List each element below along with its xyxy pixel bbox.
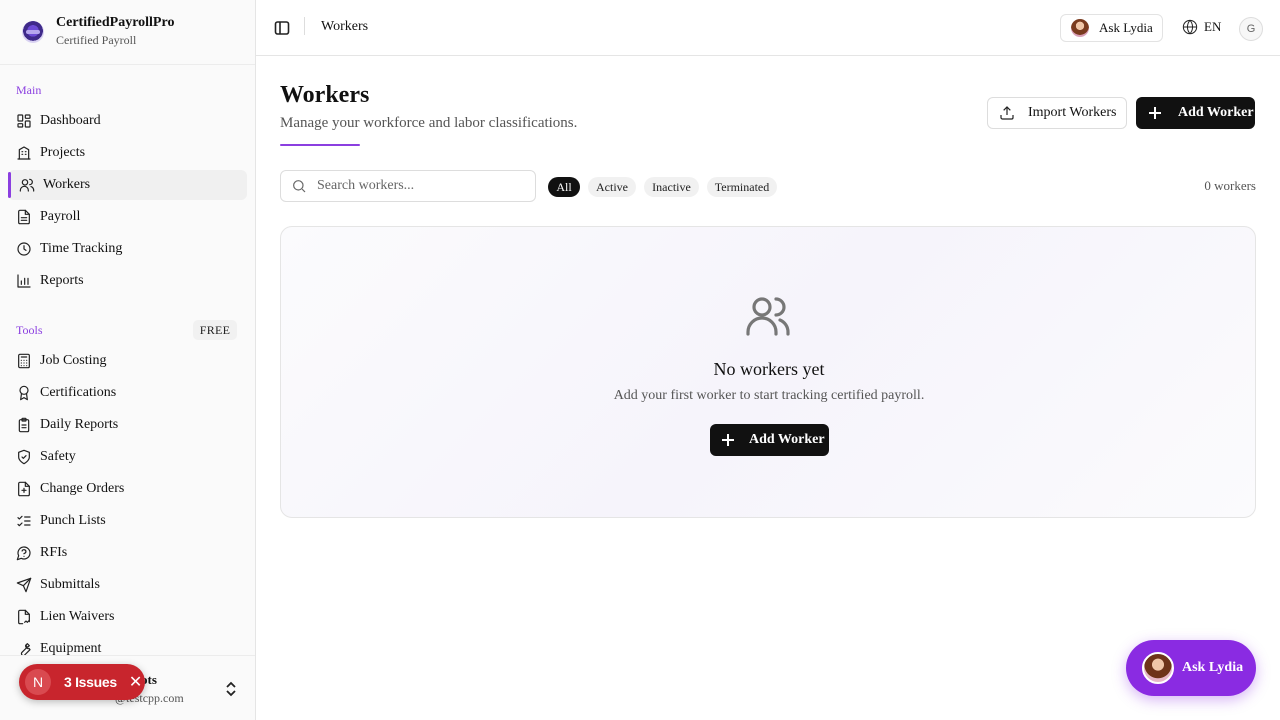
sidebar-item-rfis[interactable]: RFIs: [8, 538, 247, 568]
lydia-avatar: [1071, 19, 1089, 37]
issues-label: 3 Issues: [64, 674, 117, 690]
file-text-icon: [16, 209, 32, 225]
filter-active[interactable]: Active: [588, 177, 636, 197]
language-selector[interactable]: EN: [1182, 19, 1221, 35]
brand-name: CertifiedPayrollPro: [56, 15, 175, 30]
help-circle-icon: [16, 545, 32, 561]
lydia-avatar: [1142, 652, 1174, 684]
brand-logo: [22, 21, 44, 43]
sidebar-item-label: Job Costing: [40, 353, 107, 368]
calculator-icon: [16, 353, 32, 369]
sidebar-item-certifications[interactable]: Certifications: [8, 378, 247, 408]
building-icon: [16, 145, 32, 161]
title-underline: [280, 144, 360, 146]
worker-count: 0 workers: [1204, 178, 1256, 193]
sidebar-item-projects[interactable]: Projects: [8, 138, 247, 168]
empty-add-worker-button[interactable]: Add Worker: [710, 424, 829, 456]
topbar: Workers Ask Lydia EN G: [256, 0, 1280, 56]
upload-icon: [1000, 106, 1014, 120]
close-icon[interactable]: ✕: [129, 672, 142, 692]
search-box[interactable]: [280, 170, 536, 202]
sidebar-item-job-costing[interactable]: Job Costing: [8, 346, 247, 376]
sidebar-item-lien-waivers[interactable]: Lien Waivers: [8, 602, 247, 632]
sidebar-item-label: Daily Reports: [40, 417, 119, 432]
sidebar-item-label: Projects: [40, 145, 86, 160]
plus-icon: [1149, 107, 1161, 119]
sidebar-item-workers[interactable]: Workers: [8, 170, 247, 200]
empty-description: Add your first worker to start tracking …: [613, 388, 925, 403]
sidebar: CertifiedPayrollPro Certified Payroll Ma…: [0, 0, 256, 720]
shield-check-icon: [16, 449, 32, 465]
plus-icon: [722, 434, 734, 446]
import-workers-button[interactable]: Import Workers: [987, 97, 1127, 129]
filter-inactive[interactable]: Inactive: [644, 177, 699, 197]
dashboard-icon: [16, 113, 32, 129]
globe-icon: [1182, 19, 1198, 35]
sidebar-item-time-tracking[interactable]: Time Tracking: [8, 234, 247, 264]
sidebar-item-label: Punch Lists: [40, 513, 106, 528]
add-worker-label: Add Worker: [1178, 105, 1254, 120]
empty-title: No workers yet: [713, 359, 825, 379]
free-badge: FREE: [193, 320, 237, 340]
sidebar-item-label: Payroll: [40, 209, 81, 224]
issues-badge[interactable]: N 3 Issues ✕: [19, 664, 145, 700]
sidebar-item-dashboard[interactable]: Dashboard: [8, 106, 247, 136]
chevrons-up-down-icon: [225, 681, 237, 697]
sidebar-item-label: Dashboard: [40, 113, 101, 128]
bar-chart-icon: [16, 273, 32, 289]
sidebar-item-label: Safety: [40, 449, 76, 464]
filter-terminated[interactable]: Terminated: [707, 177, 777, 197]
sidebar-item-reports[interactable]: Reports: [8, 266, 247, 296]
topbar-divider: [304, 17, 305, 35]
award-icon: [16, 385, 32, 401]
search-input[interactable]: [317, 178, 517, 194]
import-workers-label: Import Workers: [1028, 105, 1117, 120]
sidebar-item-payroll[interactable]: Payroll: [8, 202, 247, 232]
page-title: Workers: [280, 82, 370, 108]
users-icon: [19, 177, 35, 193]
clock-icon: [16, 241, 32, 257]
sidebar-item-label: Certifications: [40, 385, 117, 400]
add-worker-button[interactable]: Add Worker: [1136, 97, 1255, 129]
search-icon: [293, 180, 306, 193]
brand-subtitle: Certified Payroll: [56, 33, 137, 47]
sidebar-item-label: Change Orders: [40, 481, 125, 496]
filter-all[interactable]: All: [548, 177, 580, 197]
sidebar-item-label: Lien Waivers: [40, 609, 115, 624]
breadcrumb: Workers: [321, 19, 369, 34]
sidebar-item-daily-reports[interactable]: Daily Reports: [8, 410, 247, 440]
sidebar-toggle-icon[interactable]: [274, 20, 290, 36]
sidebar-item-label: Submittals: [40, 577, 100, 592]
empty-state: No workers yet Add your first worker to …: [280, 226, 1256, 518]
users-icon: [744, 292, 792, 340]
ask-lydia-label: Ask Lydia: [1099, 20, 1153, 35]
language-label: EN: [1204, 19, 1222, 34]
ask-lydia-fab-label: Ask Lydia: [1182, 660, 1244, 675]
ask-lydia-fab[interactable]: Ask Lydia: [1126, 640, 1256, 696]
file-signature-icon: [16, 609, 32, 625]
user-avatar[interactable]: G: [1239, 17, 1263, 41]
ask-lydia-button[interactable]: Ask Lydia: [1060, 14, 1163, 42]
issues-avatar: N: [25, 669, 51, 695]
sidebar-item-change-orders[interactable]: Change Orders: [8, 474, 247, 504]
sidebar-item-label: Reports: [40, 273, 84, 288]
section-label-tools: Tools: [16, 323, 43, 337]
sidebar-item-safety[interactable]: Safety: [8, 442, 247, 472]
empty-add-worker-label: Add Worker: [749, 432, 825, 447]
sidebar-item-label: Workers: [43, 177, 91, 192]
sidebar-item-punch-lists[interactable]: Punch Lists: [8, 506, 247, 536]
sidebar-item-label: Time Tracking: [40, 241, 123, 256]
clipboard-icon: [16, 417, 32, 433]
brand[interactable]: CertifiedPayrollPro Certified Payroll: [0, 0, 255, 65]
list-checks-icon: [16, 513, 32, 529]
page-subtitle: Manage your workforce and labor classifi…: [280, 115, 578, 131]
section-label-main: Main: [16, 83, 42, 97]
sidebar-item-submittals[interactable]: Submittals: [8, 570, 247, 600]
file-diff-icon: [16, 481, 32, 497]
sidebar-item-label: RFIs: [40, 545, 68, 560]
send-icon: [16, 577, 32, 593]
